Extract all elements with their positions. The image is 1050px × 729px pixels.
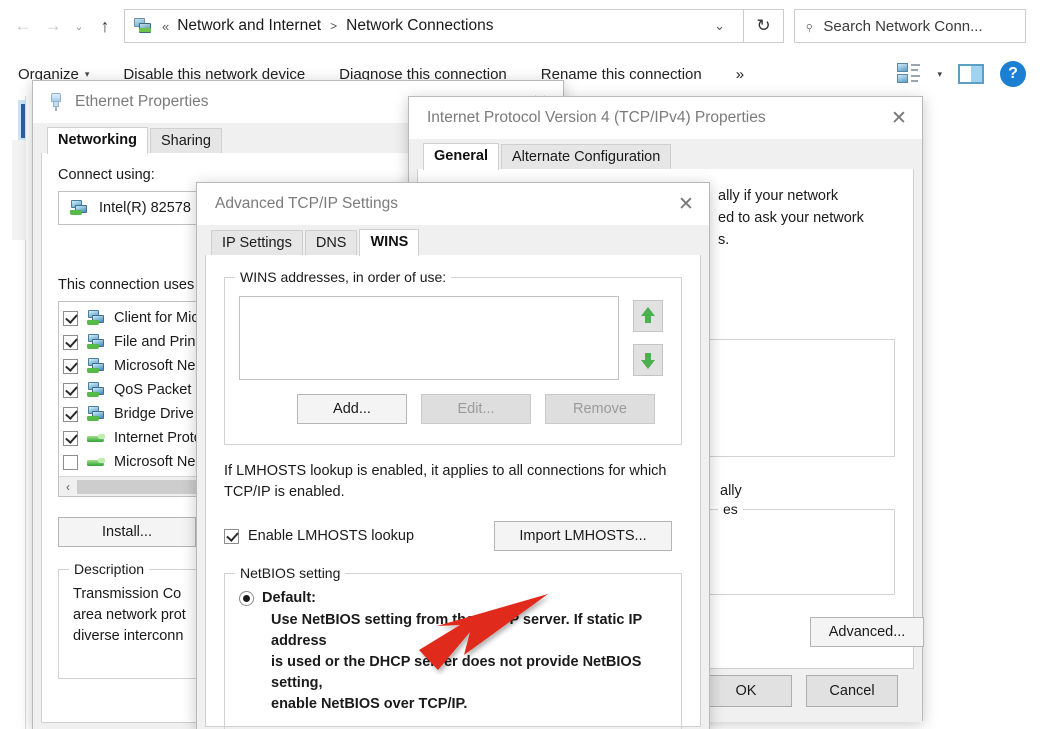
remove-wins-button: Remove [545,394,655,424]
component-checkbox[interactable] [63,310,78,326]
tab-dns[interactable]: DNS [304,230,358,256]
component-label: Internet Proto [114,430,202,446]
up-one-level-icon[interactable]: ↑ [90,10,120,42]
breadcrumb-separator-icon: > [330,19,338,33]
ok-button[interactable]: OK [700,675,792,707]
dns-group-legend: es [718,501,743,517]
add-wins-button[interactable]: Add... [297,394,407,424]
search-input[interactable]: Search Network Conn... [823,18,982,35]
rename-connection-button[interactable]: Rename this connection [541,66,702,83]
network-adapter-icon [47,93,65,111]
install-button[interactable]: Install... [58,517,196,547]
breadcrumb-overflow-icon[interactable]: « [157,19,174,34]
advanced-tcpip-title: Advanced TCP/IP Settings [215,195,398,212]
netbios-default-radio[interactable]: Default: [239,590,667,606]
tab-general[interactable]: General [423,143,499,170]
description-legend: Description [69,561,150,577]
network-client-icon [86,310,106,326]
wins-tab-panel: WINS addresses, in order of use: Add... … [205,255,701,729]
wins-addresses-legend: WINS addresses, in order of use: [235,269,452,285]
toolbar-overflow-button[interactable]: » [736,66,744,83]
screen-root: ← → ⌄ ↑ « Network and Internet > Network… [0,0,1050,729]
network-protocol-icon [86,454,106,470]
component-label: Microsoft Ne [114,358,196,374]
breadcrumb-network-and-internet[interactable]: Network and Internet [174,15,324,37]
ipv4-properties-close-icon[interactable]: ✕ [876,97,922,139]
help-icon[interactable]: ? [1000,61,1026,87]
scroll-left-icon[interactable]: ‹ [59,480,77,494]
lmhosts-note-line: TCP/IP is enabled. [224,484,345,500]
breadcrumb-network-connections[interactable]: Network Connections [343,15,496,37]
explorer-navigation-bar: ← → ⌄ ↑ « Network and Internet > Network… [0,0,1050,52]
wins-addresses-group: WINS addresses, in order of use: Add... … [224,269,682,445]
component-label: File and Prin [114,334,196,350]
navigation-pane-filler [12,140,26,240]
netbios-default-label: Default: [262,590,316,606]
network-service-icon [86,406,106,422]
network-adapter-icon [69,200,89,216]
netbios-default-description-line: Use NetBIOS setting from the DHCP server… [271,612,642,649]
advanced-tcpip-settings-dialog: Advanced TCP/IP Settings ✕ IP Settings D… [196,182,710,729]
change-view-icon[interactable] [897,63,921,85]
tab-networking[interactable]: Networking [47,127,148,154]
address-bar[interactable]: « Network and Internet > Network Connect… [124,9,744,43]
ipv4-properties-titlebar: Internet Protocol Version 4 (TCP/IPv4) P… [409,97,922,139]
chevron-down-icon: ▾ [84,68,90,79]
preview-pane-icon[interactable] [958,64,984,84]
component-checkbox[interactable] [63,358,78,374]
tab-alternate-configuration[interactable]: Alternate Configuration [501,144,672,170]
network-service-icon [86,382,106,398]
forward-icon[interactable]: → [38,10,68,42]
netbios-setting-legend: NetBIOS setting [235,565,346,581]
component-checkbox[interactable] [63,334,78,350]
view-chevron-down-icon[interactable]: ▾ [937,69,942,80]
ethernet-properties-title: Ethernet Properties [75,93,209,110]
adapter-name: Intel(R) 82578 [99,200,191,216]
netbios-setting-group: NetBIOS setting Default: Use NetBIOS set… [224,565,682,729]
wins-addresses-listbox[interactable] [239,296,619,380]
network-service-icon [86,358,106,374]
ipv4-properties-tabs: General Alternate Configuration [409,139,922,170]
enable-lmhosts-lookup-checkbox[interactable]: Enable LMHOSTS lookup [224,528,414,544]
enable-lmhosts-lookup-label: Enable LMHOSTS lookup [248,528,415,544]
component-label: Client for Mic [114,310,199,326]
network-protocol-icon [86,430,106,446]
component-label: Bridge Drive [114,406,194,422]
tab-ip-settings[interactable]: IP Settings [211,230,303,256]
component-checkbox[interactable] [63,454,78,470]
tab-wins[interactable]: WINS [359,229,420,256]
checkbox-box[interactable] [224,528,239,544]
component-label: QoS Packet [114,382,192,398]
component-checkbox[interactable] [63,406,78,422]
search-icon: ⌕ [800,17,819,35]
ipv4-properties-title: Internet Protocol Version 4 (TCP/IPv4) P… [427,109,766,126]
component-checkbox[interactable] [63,430,78,446]
import-lmhosts-button[interactable]: Import LMHOSTS... [494,521,672,551]
move-down-button[interactable] [633,344,663,376]
network-service-icon [86,334,106,350]
back-icon[interactable]: ← [8,10,38,42]
advanced-tcpip-tabs: IP Settings DNS WINS [197,225,709,256]
advanced-tcpip-close-icon[interactable]: ✕ [663,183,709,225]
component-label: Microsoft Ne [114,454,196,470]
radio-button[interactable] [239,590,254,606]
navigation-pane [0,96,26,729]
netbios-default-description-line: enable NetBIOS over TCP/IP. [271,696,468,712]
navigation-pane-indicator [21,104,25,138]
advanced-button[interactable]: Advanced... [810,617,924,647]
address-dropdown-icon[interactable]: ⌄ [702,18,737,34]
recent-locations-icon[interactable]: ⌄ [68,10,90,42]
advanced-tcpip-titlebar: Advanced TCP/IP Settings ✕ [197,183,709,225]
search-box[interactable]: ⌕ Search Network Conn... [794,9,1026,43]
lmhosts-note-line: If LMHOSTS lookup is enabled, it applies… [224,463,667,479]
tab-sharing[interactable]: Sharing [149,128,222,154]
refresh-icon[interactable]: ↻ [744,9,784,43]
move-up-button[interactable] [633,300,663,332]
component-checkbox[interactable] [63,382,78,398]
edit-wins-button: Edit... [421,394,531,424]
netbios-default-description-line: is used or the DHCP server does not prov… [271,654,642,691]
cancel-button[interactable]: Cancel [806,675,898,707]
network-connections-icon [133,17,153,35]
